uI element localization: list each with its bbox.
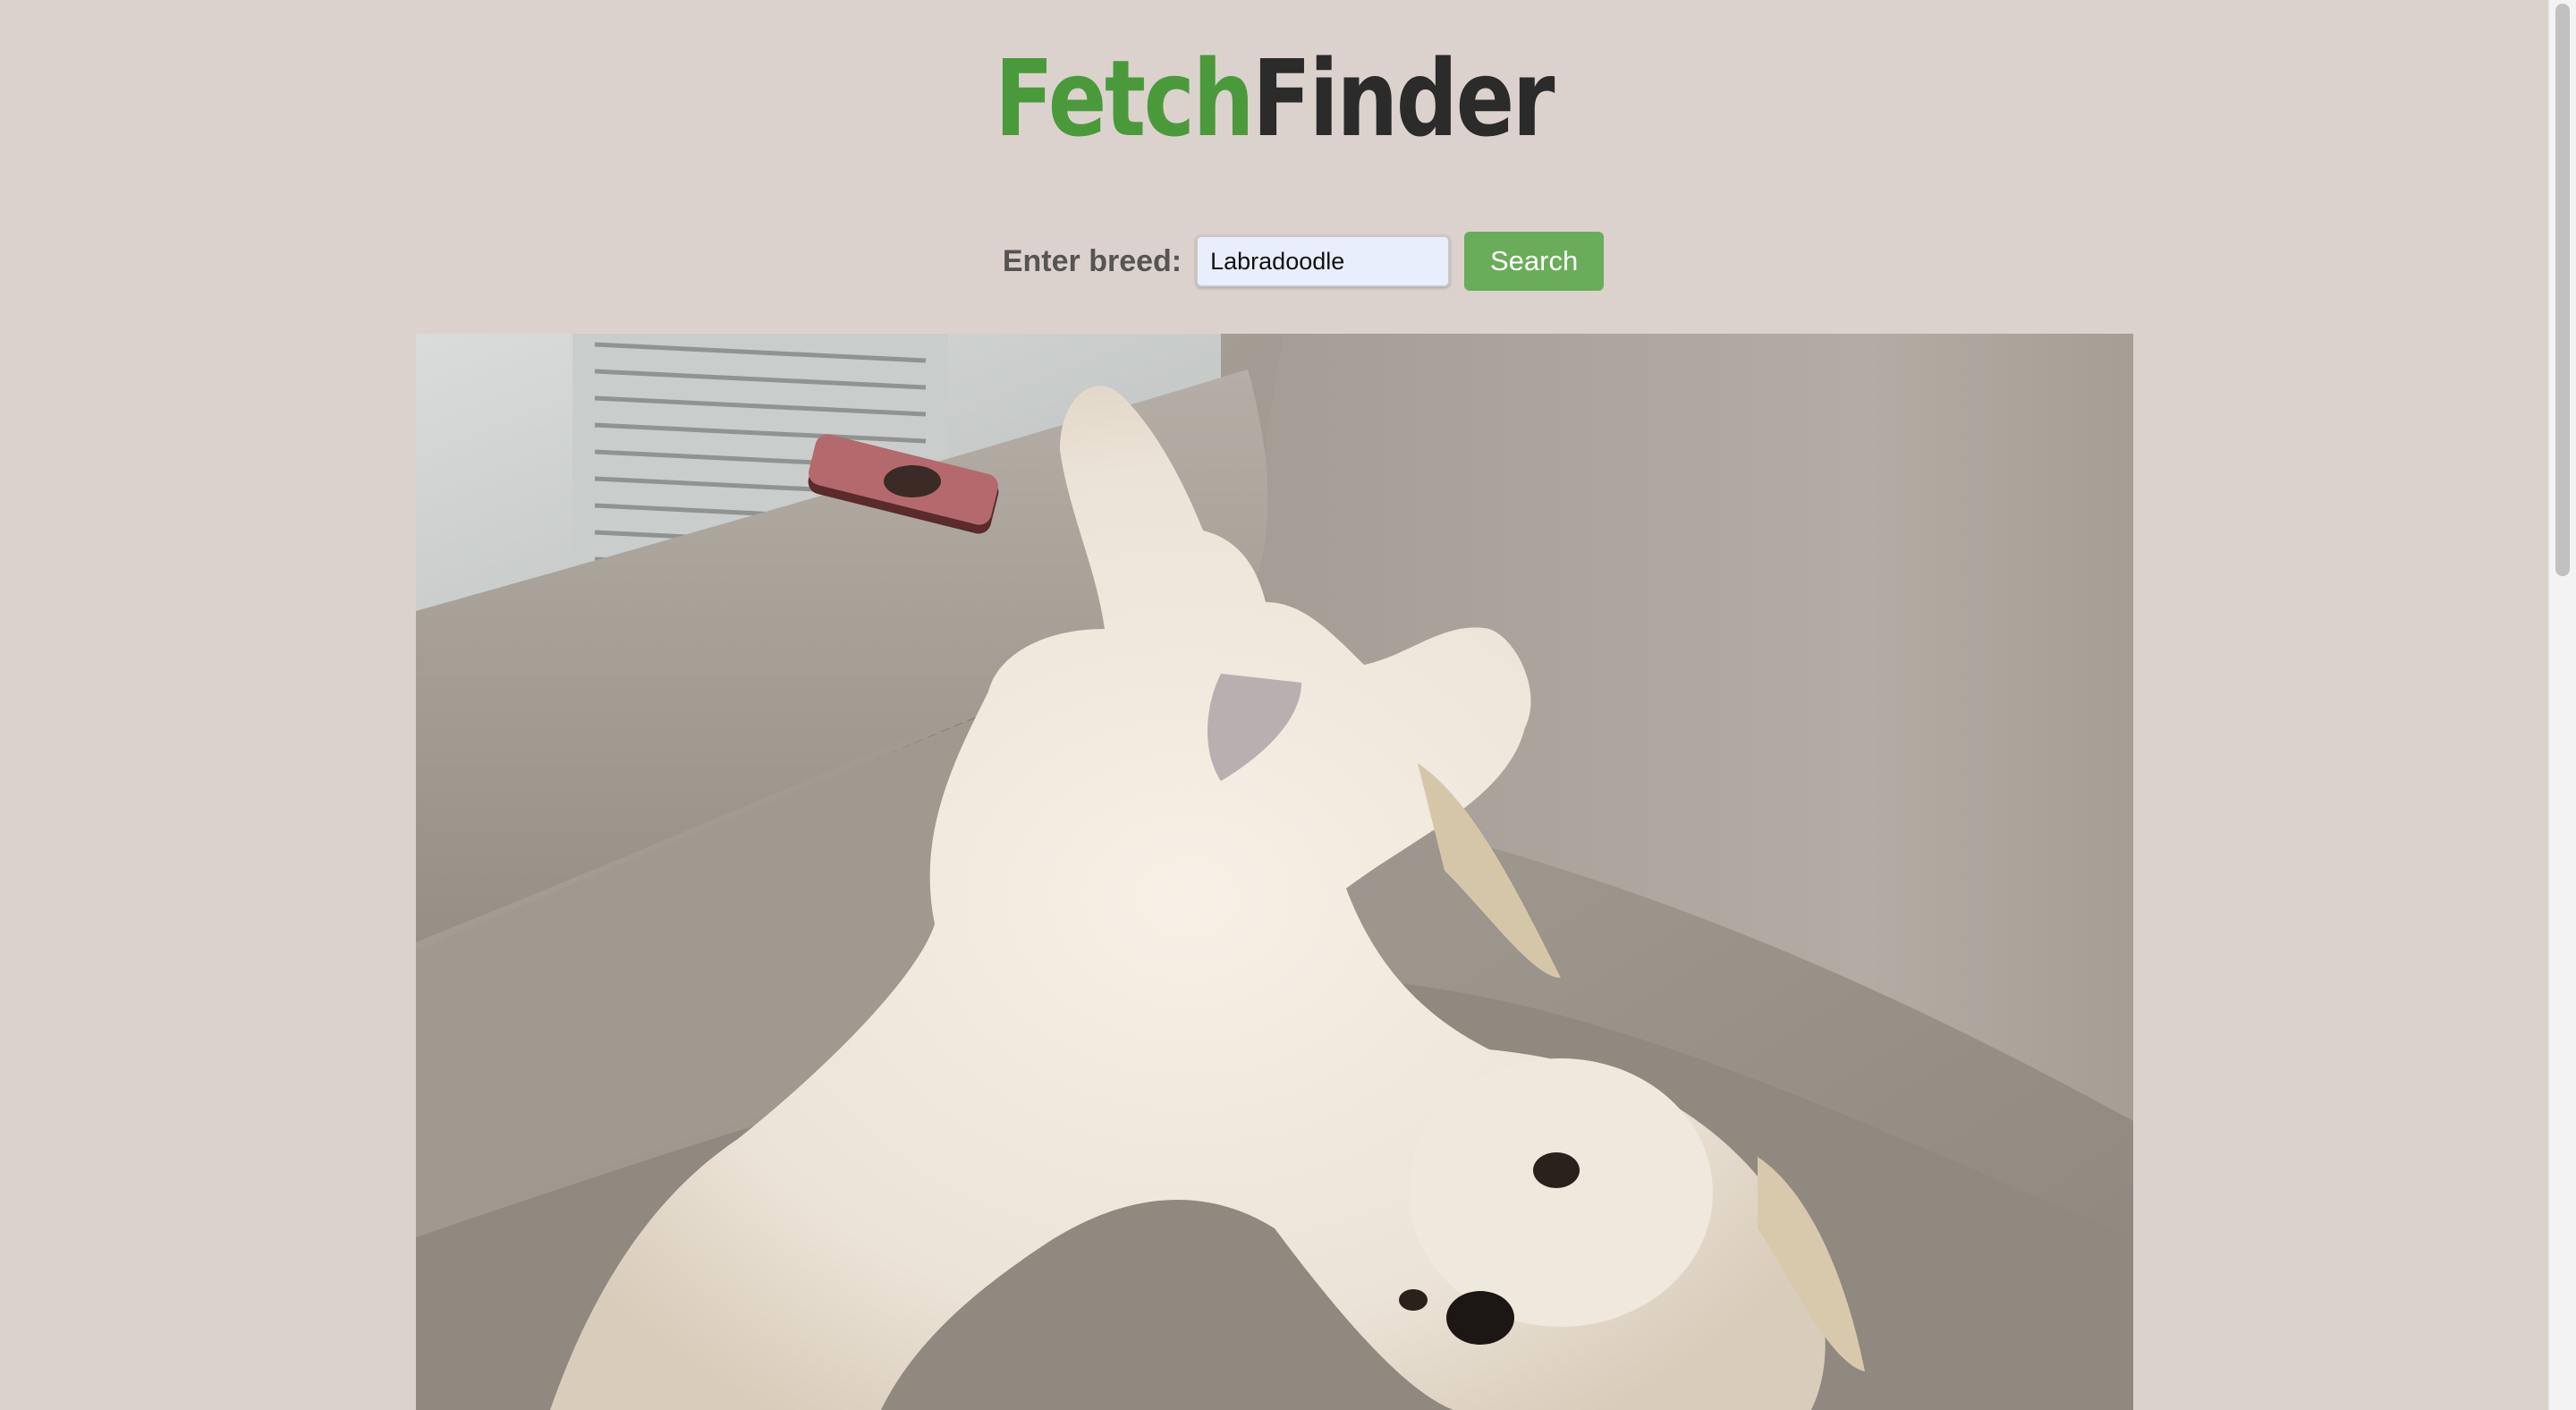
logo-finder: Finder [1252,37,1555,160]
breed-search-form: Enter breed: Search [0,232,2547,291]
page: FetchFinder Enter breed: Search [0,0,2576,1410]
vertical-scrollbar[interactable] [2548,0,2576,1410]
breed-label: Enter breed: [1002,243,1182,278]
scrollbar-thumb[interactable] [2555,4,2570,576]
breed-input[interactable] [1196,235,1451,287]
dog-photo [416,334,2133,1410]
search-button[interactable]: Search [1464,232,1605,291]
logo-fetch: Fetch [995,37,1254,160]
site-logo: FetchFinder [229,36,2318,163]
